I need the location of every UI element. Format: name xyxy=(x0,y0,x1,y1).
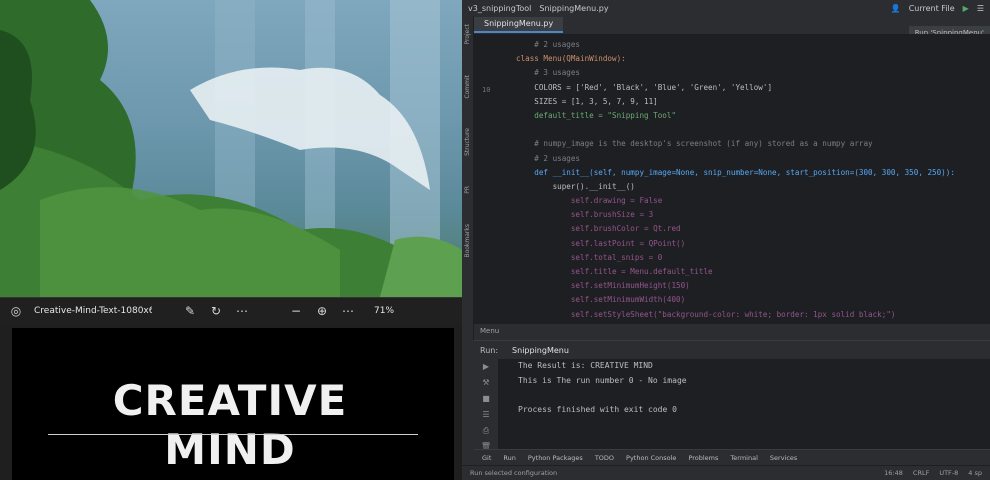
code-line: self.drawing = False xyxy=(516,196,663,206)
side-tool-project[interactable]: Project xyxy=(464,24,471,45)
line-separator[interactable]: CRLF xyxy=(913,469,929,477)
code-line: self.total_snips = 0 xyxy=(516,252,663,262)
code-line: SIZES = [1, 3, 5, 7, 9, 11] xyxy=(516,96,658,106)
run-tab-snippingmenu[interactable]: SnippingMenu xyxy=(506,346,575,355)
stop-icon[interactable]: ■ xyxy=(474,391,498,407)
wrench-icon[interactable]: ⚒ xyxy=(474,375,498,391)
more-icon[interactable]: ⋯ xyxy=(234,304,250,318)
project-name[interactable]: v3_snippingTool xyxy=(468,4,531,13)
side-tool-pr[interactable]: PR xyxy=(464,186,471,194)
code-line: COLORS = ['Red', 'Black', 'Blue', 'Green… xyxy=(516,82,773,92)
code-line: self.lastPoint = QPoint() xyxy=(516,238,686,248)
scroll-icon[interactable]: ☰ xyxy=(474,407,498,423)
code-line: super().__init__() xyxy=(516,181,635,191)
console-line: Process finished with exit code 0 xyxy=(518,404,677,414)
code-editor[interactable]: 10 # 2 usages class Menu(QMainWindow): #… xyxy=(474,34,990,324)
run-panel: Run: SnippingMenu ▶ ⚒ ■ ☰ ⎙ 🗑 The Result… xyxy=(474,340,990,465)
line-gutter xyxy=(474,34,508,324)
zoom-level: 71% xyxy=(374,306,395,316)
rotate-icon[interactable]: ↻ xyxy=(208,304,224,318)
tool-tab-python-packages[interactable]: Python Packages xyxy=(528,454,583,462)
file-breadcrumb[interactable]: SnippingMenu.py xyxy=(539,4,608,13)
tool-tab-problems[interactable]: Problems xyxy=(688,454,718,462)
code-line: def __init__(self, numpy_image=None, sni… xyxy=(516,167,955,177)
code-line: self.setMinimumHeight(150) xyxy=(516,281,690,291)
zoom-in-icon[interactable]: ⊕ xyxy=(314,304,330,318)
console-output: The Result is: CREATIVE MIND This is The… xyxy=(518,361,687,419)
caret-position[interactable]: 16:48 xyxy=(884,469,903,477)
tool-tab-run[interactable]: Run xyxy=(503,454,515,462)
console-line: This is The run number 0 - No image xyxy=(518,375,687,385)
viewer-toolbar: ◎ Creative-Mind-Text-1080x6... ✎ ↻ ⋯ − ⊕… xyxy=(0,298,466,324)
image-text: CREATIVE MIND xyxy=(112,376,348,474)
code-line: self.brushColor = Qt.red xyxy=(516,224,681,234)
photo-app-icon: ◎ xyxy=(10,304,22,318)
file-encoding[interactable]: UTF-8 xyxy=(939,469,958,477)
console-line: The Result is: CREATIVE MIND xyxy=(518,361,653,370)
image-underline xyxy=(48,434,418,435)
ide-title-bar: v3_snippingTool SnippingMenu.py 👤 Curren… xyxy=(462,0,990,16)
tool-tab-python-console[interactable]: Python Console xyxy=(626,454,676,462)
wallpaper-scene xyxy=(0,0,462,297)
desktop-wallpaper xyxy=(0,0,462,297)
viewer-file-title: Creative-Mind-Text-1080x6... xyxy=(34,306,152,316)
code-lines: # 2 usages class Menu(QMainWindow): # 3 … xyxy=(516,40,990,324)
rerun-icon[interactable]: ▶ xyxy=(474,359,498,375)
code-line: # numpy_image is the desktop's screensho… xyxy=(516,139,873,149)
zoom-out-icon[interactable]: − xyxy=(288,304,304,318)
more-icon[interactable]: ⋯ xyxy=(340,304,356,318)
debug-icon[interactable]: ☰ xyxy=(977,4,984,13)
side-tool-structure[interactable]: Structure xyxy=(464,128,471,156)
indent-setting[interactable]: 4 sp xyxy=(968,469,982,477)
tool-tab-todo[interactable]: TODO xyxy=(595,454,614,462)
run-label: Run: xyxy=(480,345,499,355)
run-panel-header: Run: SnippingMenu xyxy=(474,341,990,359)
code-line: self.setStyleSheet("background-color: wh… xyxy=(516,309,896,319)
code-line: # 2 usages xyxy=(516,153,581,163)
print-icon[interactable]: ⎙ xyxy=(474,423,498,439)
tool-tab-services[interactable]: Services xyxy=(770,454,797,462)
bottom-tool-tabs: Git Run Python Packages TODO Python Cons… xyxy=(474,449,990,465)
code-line: self.title = Menu.default_title xyxy=(516,267,713,276)
breadcrumb-bottom[interactable]: Menu xyxy=(480,327,499,335)
tool-tab-git[interactable]: Git xyxy=(482,454,491,462)
side-tool-commit[interactable]: Commit xyxy=(464,75,471,99)
run-icon[interactable]: ▶ xyxy=(963,4,969,13)
code-line: self.brushSize = 3 xyxy=(516,210,654,220)
code-line: default_title = "Snipping Tool" xyxy=(516,110,677,120)
photo-viewer-window: ◎ Creative-Mind-Text-1080x6... ✎ ↻ ⋯ − ⊕… xyxy=(0,297,466,480)
code-line: # 3 usages xyxy=(516,68,581,78)
side-tool-bookmarks[interactable]: Bookmarks xyxy=(464,224,471,258)
code-line: self.setMinimumWidth(400) xyxy=(516,295,686,305)
left-tool-strip: Project Commit Structure PR Bookmarks xyxy=(462,16,474,340)
code-line: # 2 usages xyxy=(516,40,581,49)
line-number: 10 xyxy=(482,86,491,94)
status-bar: Run selected configuration 16:48 CRLF UT… xyxy=(462,465,990,480)
status-message: Run selected configuration xyxy=(470,469,558,477)
run-config-select[interactable]: Current File xyxy=(909,4,955,13)
ide-window: v3_snippingTool SnippingMenu.py 👤 Curren… xyxy=(462,0,990,480)
tab-snippingmenu[interactable]: SnippingMenu.py xyxy=(474,17,564,33)
tool-tab-terminal[interactable]: Terminal xyxy=(730,454,757,462)
code-line: class Menu(QMainWindow): xyxy=(516,54,626,64)
user-icon[interactable]: 👤 xyxy=(891,4,901,13)
edit-icon[interactable]: ✎ xyxy=(182,304,198,318)
